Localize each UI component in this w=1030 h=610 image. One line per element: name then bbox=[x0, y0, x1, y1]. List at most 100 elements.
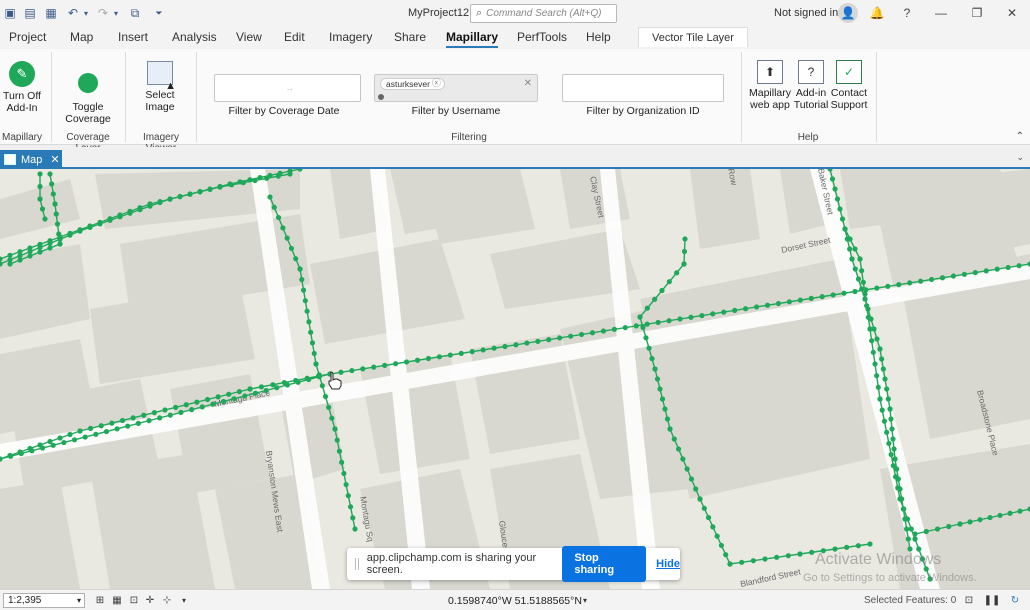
coverage-image-point[interactable] bbox=[347, 504, 354, 510]
coverage-image-point[interactable] bbox=[654, 376, 661, 382]
coverage-image-point[interactable] bbox=[308, 329, 314, 335]
coverage-image-point[interactable] bbox=[77, 227, 83, 233]
coverage-image-point[interactable] bbox=[578, 331, 585, 338]
coverage-image-point[interactable] bbox=[797, 297, 803, 303]
coverage-image-point[interactable] bbox=[302, 298, 308, 304]
coverage-image-point[interactable] bbox=[7, 261, 13, 267]
coverage-image-point[interactable] bbox=[671, 436, 677, 442]
coverage-image-point[interactable] bbox=[568, 333, 574, 339]
coverage-image-point[interactable] bbox=[892, 456, 898, 462]
coverage-image-point[interactable] bbox=[82, 434, 88, 440]
coverage-image-point[interactable] bbox=[524, 340, 530, 346]
coverage-image-point[interactable] bbox=[263, 387, 269, 394]
coverage-image-point[interactable] bbox=[939, 275, 946, 281]
coverage-image-point[interactable] bbox=[844, 544, 850, 550]
coverage-image-point[interactable] bbox=[157, 198, 163, 205]
coverage-image-point[interactable] bbox=[699, 312, 705, 319]
coverage-image-point[interactable] bbox=[644, 305, 650, 311]
coverage-image-point[interactable] bbox=[667, 426, 673, 432]
coverage-image-point[interactable] bbox=[721, 309, 727, 315]
coverage-image-point[interactable] bbox=[743, 306, 749, 312]
coverage-image-point[interactable] bbox=[732, 307, 738, 314]
coverage-image-point[interactable] bbox=[753, 304, 760, 310]
coverage-image-point[interactable] bbox=[215, 394, 221, 400]
coverage-image-point[interactable] bbox=[130, 415, 136, 421]
organization-id-field[interactable] bbox=[562, 74, 724, 102]
coverage-image-point[interactable] bbox=[37, 241, 43, 247]
coverage-image-point[interactable] bbox=[879, 407, 885, 413]
coverage-image-point[interactable] bbox=[297, 266, 303, 272]
coverage-image-point[interactable] bbox=[918, 278, 924, 284]
coverage-image-point[interactable] bbox=[718, 542, 725, 549]
coverage-image-point[interactable] bbox=[204, 396, 211, 403]
coverage-image-point[interactable] bbox=[889, 426, 895, 432]
coverage-image-point[interactable] bbox=[852, 266, 858, 272]
addin-tutorial-button[interactable]: ? Add-in Tutorial bbox=[793, 60, 829, 111]
coverage-image-point[interactable] bbox=[887, 406, 893, 412]
coverage-image-point[interactable] bbox=[862, 296, 868, 302]
coverage-image-point[interactable] bbox=[47, 245, 53, 251]
coverage-image-point[interactable] bbox=[306, 319, 312, 325]
sign-in-status[interactable]: Not signed in bbox=[774, 7, 838, 19]
coverage-image-point[interactable] bbox=[1016, 263, 1022, 269]
coverage-image-point[interactable] bbox=[871, 326, 877, 332]
clear-username-icon[interactable]: ✕ bbox=[524, 78, 532, 89]
coverage-image-point[interactable] bbox=[600, 328, 607, 334]
coverage-image-point[interactable] bbox=[220, 398, 227, 405]
coverage-image-point[interactable] bbox=[877, 346, 883, 352]
coverage-image-point[interactable] bbox=[905, 536, 911, 542]
coverage-image-point[interactable] bbox=[874, 373, 880, 379]
coverage-image-point[interactable] bbox=[141, 412, 147, 418]
coverage-image-point[interactable] bbox=[888, 416, 894, 422]
coverage-image-point[interactable] bbox=[677, 316, 683, 322]
coverage-image-point[interactable] bbox=[316, 372, 322, 378]
coverage-image-point[interactable] bbox=[646, 345, 652, 351]
coverage-image-point[interactable] bbox=[56, 231, 62, 237]
coverage-image-point[interactable] bbox=[37, 183, 43, 190]
coverage-image-point[interactable] bbox=[894, 466, 900, 472]
coverage-image-point[interactable] bbox=[884, 429, 890, 435]
coverage-image-point[interactable] bbox=[839, 216, 846, 222]
coverage-image-point[interactable] bbox=[447, 352, 453, 358]
coverage-image-point[interactable] bbox=[928, 276, 935, 283]
coverage-image-point[interactable] bbox=[217, 184, 223, 190]
tab-share[interactable]: Share bbox=[394, 30, 426, 44]
coverage-image-point[interactable] bbox=[774, 554, 780, 560]
map-svg[interactable]: Dorset Street Montagu Place Clay Street … bbox=[0, 169, 1030, 589]
coverage-image-point[interactable] bbox=[895, 476, 901, 482]
project-options-icon[interactable]: ⧉ bbox=[128, 5, 142, 21]
coverage-image-point[interactable] bbox=[680, 456, 686, 462]
coverage-image-point[interactable] bbox=[852, 246, 858, 252]
coverage-image-point[interactable] bbox=[293, 377, 299, 384]
coverage-image-point[interactable] bbox=[809, 549, 815, 555]
coverage-image-point[interactable] bbox=[42, 216, 48, 222]
coverage-image-point[interactable] bbox=[334, 437, 340, 443]
close-icon[interactable]: ✕ bbox=[1003, 5, 1021, 21]
navigation-icon[interactable]: ⊹ bbox=[160, 593, 174, 607]
coverage-image-point[interactable] bbox=[167, 196, 173, 202]
coverage-image-point[interactable] bbox=[49, 181, 55, 187]
coverage-image-point[interactable] bbox=[229, 182, 235, 188]
coverage-image-point[interactable] bbox=[589, 330, 596, 336]
coverage-image-point[interactable] bbox=[762, 556, 768, 562]
coverage-image-point[interactable] bbox=[899, 496, 905, 502]
notifications-icon[interactable]: 🔔 bbox=[868, 5, 886, 21]
coverage-image-point[interactable] bbox=[888, 451, 894, 458]
coverage-image-point[interactable] bbox=[173, 404, 179, 410]
coverage-image-point[interactable] bbox=[819, 294, 825, 300]
coverage-image-point[interactable] bbox=[403, 359, 410, 365]
tab-map[interactable]: Map bbox=[70, 30, 93, 44]
coverage-image-point[interactable] bbox=[27, 245, 33, 251]
coverage-image-point[interactable] bbox=[293, 256, 299, 262]
undo-dropdown-icon[interactable]: ▾ bbox=[82, 5, 90, 21]
coverage-image-point[interactable] bbox=[841, 290, 847, 296]
coverage-image-point[interactable] bbox=[352, 526, 358, 532]
tab-project[interactable]: Project bbox=[9, 30, 46, 44]
coverage-image-point[interactable] bbox=[226, 391, 232, 397]
coverage-image-point[interactable] bbox=[884, 386, 890, 392]
turn-off-addin-button[interactable]: ✎ Turn Off Add-In bbox=[2, 61, 42, 114]
tab-perftools[interactable]: PerfTools bbox=[517, 30, 567, 44]
stop-sharing-button[interactable]: Stop sharing bbox=[562, 546, 647, 582]
coverage-image-point[interactable] bbox=[881, 418, 888, 424]
coverage-image-point[interactable] bbox=[764, 302, 771, 308]
